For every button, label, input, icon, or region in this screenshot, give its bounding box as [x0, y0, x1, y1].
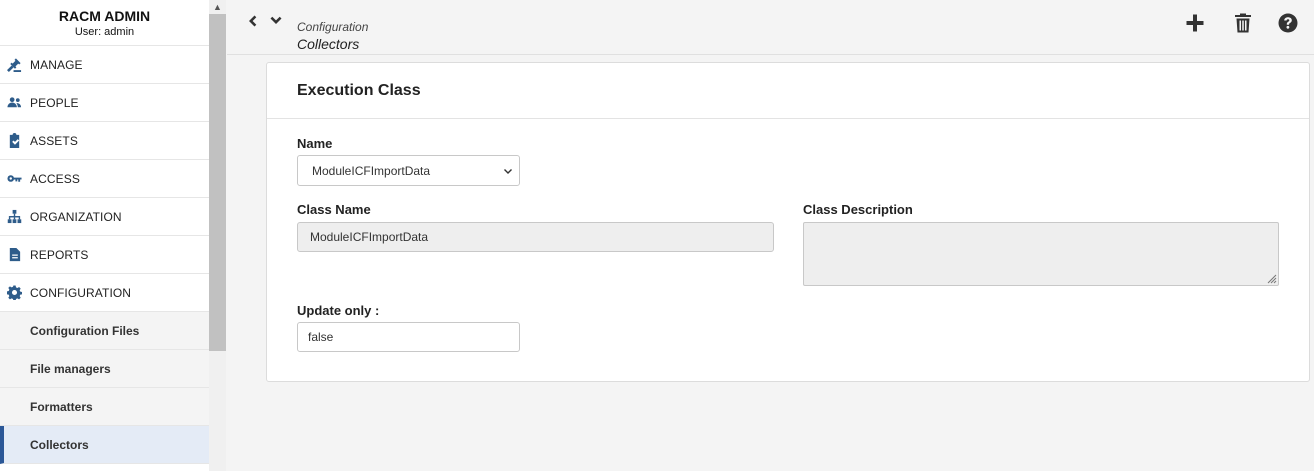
sidebar-subitem-collectors[interactable]: Collectors	[0, 426, 209, 464]
people-icon	[6, 95, 22, 111]
gear-icon	[6, 285, 22, 301]
sidebar-item-manage[interactable]: MANAGE	[0, 46, 209, 84]
brand-header: RACM ADMIN User: admin	[0, 0, 209, 46]
class-description-field	[803, 222, 1279, 286]
back-arrow-icon[interactable]	[245, 14, 259, 28]
scroll-up-arrow-icon[interactable]: ▲	[209, 0, 226, 14]
sidebar-subitem-formatters[interactable]: Formatters	[0, 388, 209, 426]
name-select[interactable]: ModuleICFImportData	[297, 155, 520, 186]
sidebar-item-label: CONFIGURATION	[30, 285, 132, 300]
sidebar-item-assets[interactable]: ASSETS	[0, 122, 209, 160]
sidebar-item-label: ORGANIZATION	[30, 209, 122, 224]
document-icon	[6, 247, 22, 263]
sidebar-item-reports[interactable]: REPORTS	[0, 236, 209, 274]
trash-icon[interactable]	[1232, 12, 1254, 34]
gavel-icon	[6, 57, 22, 73]
chevron-down-icon[interactable]	[269, 14, 283, 28]
class-name-value: ModuleICFImportData	[310, 230, 429, 244]
sidebar-subitem-file-managers[interactable]: File managers	[0, 350, 209, 388]
sitemap-icon	[6, 209, 22, 225]
sidebar-item-access[interactable]: ACCESS	[0, 160, 209, 198]
clipboard-check-icon	[6, 133, 22, 149]
breadcrumb-parent[interactable]: Configuration	[297, 20, 368, 34]
sidebar-item-label: PEOPLE	[30, 95, 79, 110]
sidebar: RACM ADMIN User: admin MANAGE PEOPLE ASS…	[0, 0, 226, 471]
sidebar-menu: RACM ADMIN User: admin MANAGE PEOPLE ASS…	[0, 0, 209, 471]
plus-icon[interactable]	[1184, 12, 1206, 34]
sidebar-scrollbar[interactable]: ▲	[209, 0, 226, 471]
card-title: Execution Class	[267, 63, 1309, 119]
class-description-label: Class Description	[803, 202, 913, 217]
resize-handle-icon[interactable]	[1265, 272, 1277, 284]
update-only-field[interactable]: false	[297, 322, 520, 352]
name-select-value: ModuleICFImportData	[312, 163, 431, 178]
user-label: User: admin	[74, 26, 135, 38]
scrollbar-thumb[interactable]	[209, 14, 226, 351]
help-icon[interactable]	[1277, 12, 1299, 34]
name-label: Name	[297, 136, 333, 151]
page-title: Collectors	[297, 36, 360, 52]
sidebar-subitem-configuration-files[interactable]: Configuration Files	[0, 312, 209, 350]
class-name-field: ModuleICFImportData	[297, 222, 774, 252]
sidebar-item-configuration[interactable]: CONFIGURATION	[0, 274, 209, 312]
sidebar-item-organization[interactable]: ORGANIZATION	[0, 198, 209, 236]
sidebar-item-label: REPORTS	[30, 247, 89, 262]
top-bar: Configuration Collectors	[227, 0, 1314, 55]
chevron-down-icon	[503, 166, 513, 176]
sidebar-item-label: ACCESS	[30, 171, 80, 186]
sidebar-item-people[interactable]: PEOPLE	[0, 84, 209, 122]
app-title: RACM ADMIN	[58, 8, 151, 24]
sidebar-item-label: MANAGE	[30, 57, 83, 72]
execution-class-card: Execution Class Name ModuleICFImportData…	[266, 62, 1310, 382]
key-icon	[6, 171, 22, 187]
sidebar-item-label: ASSETS	[30, 133, 78, 148]
update-only-label: Update only :	[297, 303, 380, 318]
class-name-label: Class Name	[297, 202, 371, 217]
update-only-value: false	[308, 330, 334, 344]
